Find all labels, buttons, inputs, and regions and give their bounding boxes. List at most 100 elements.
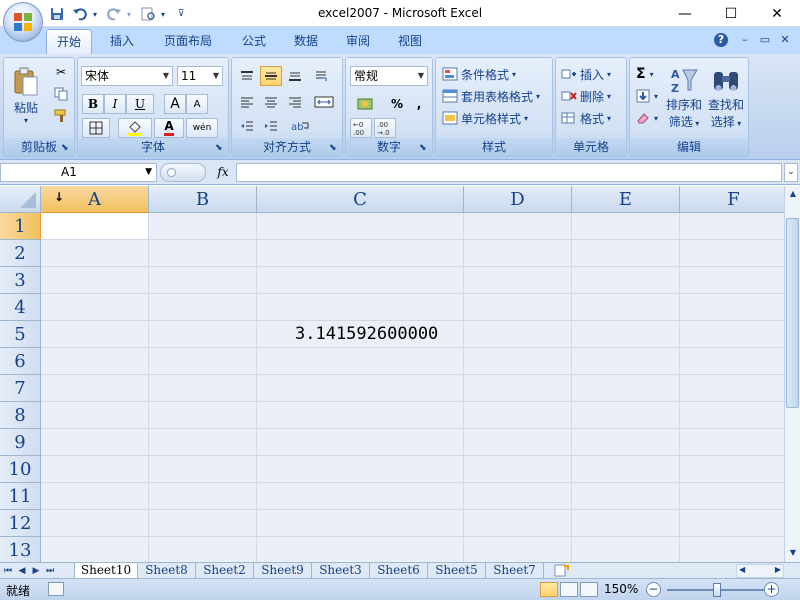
row-header-10[interactable]: 10: [0, 456, 41, 483]
maximize-button[interactable]: ☐: [708, 0, 754, 27]
row-header-9[interactable]: 9: [0, 429, 41, 456]
merge-center-icon[interactable]: [310, 92, 338, 112]
cell-area[interactable]: 3.141592600000: [41, 213, 784, 562]
prev-sheet-icon[interactable]: ◀: [16, 564, 28, 578]
zoom-out-button[interactable]: −: [646, 582, 661, 597]
align-middle-icon[interactable]: [260, 66, 282, 86]
column-header-e[interactable]: E: [572, 186, 680, 213]
number-launcher-icon[interactable]: ⬊: [419, 143, 429, 153]
format-cells-button[interactable]: 格式 ▾: [561, 108, 611, 128]
sheet-tab-sheet9[interactable]: Sheet9: [254, 563, 312, 579]
comma-button[interactable]: ,: [408, 94, 430, 114]
italic-button[interactable]: I: [104, 94, 126, 114]
grow-font-button[interactable]: A: [164, 94, 186, 114]
sheet-tab-sheet7[interactable]: Sheet7: [486, 563, 544, 579]
clear-button[interactable]: ▾: [636, 108, 658, 128]
column-header-f[interactable]: F: [680, 186, 784, 213]
align-left-icon[interactable]: [236, 92, 258, 112]
insert-function-button[interactable]: fx: [212, 163, 234, 182]
column-header-b[interactable]: B: [149, 186, 257, 213]
page-layout-view-button[interactable]: [560, 582, 578, 597]
sheet-tab-sheet10[interactable]: Sheet10: [74, 563, 138, 579]
text-orientation-icon[interactable]: [310, 66, 332, 86]
last-sheet-icon[interactable]: ⏭: [44, 564, 56, 578]
help-icon[interactable]: ?: [714, 33, 728, 47]
chevron-down-icon[interactable]: ▼: [145, 164, 152, 181]
sort-filter-button[interactable]: A Z 排序和 筛选 ▾: [664, 62, 704, 134]
page-break-view-button[interactable]: [580, 582, 598, 597]
zoom-in-button[interactable]: +: [764, 582, 779, 597]
row-header-4[interactable]: 4: [0, 294, 41, 321]
column-header-d[interactable]: D: [464, 186, 572, 213]
autosum-button[interactable]: Σ ▾: [636, 64, 654, 84]
paste-button[interactable]: 粘贴 ▾: [6, 60, 46, 132]
fill-button[interactable]: ▾: [636, 86, 658, 106]
format-painter-icon[interactable]: [50, 106, 72, 126]
next-sheet-icon[interactable]: ▶: [30, 564, 42, 578]
font-launcher-icon[interactable]: ⬊: [215, 143, 225, 153]
normal-view-button[interactable]: [540, 582, 558, 597]
sheet-tab-sheet2[interactable]: Sheet2: [196, 563, 254, 579]
clipboard-launcher-icon[interactable]: ⬊: [61, 143, 71, 153]
conditional-formatting-button[interactable]: 条件格式 ▾: [442, 64, 516, 84]
row-header-13[interactable]: 13: [0, 537, 41, 562]
tab-data[interactable]: 数据: [284, 29, 328, 54]
row-header-6[interactable]: 6: [0, 348, 41, 375]
row-header-1[interactable]: 1: [0, 213, 41, 240]
cut-icon[interactable]: ✂: [50, 62, 72, 82]
sheet-tab-sheet5[interactable]: Sheet5: [428, 563, 486, 579]
zoom-slider-thumb[interactable]: [713, 583, 721, 597]
alignment-launcher-icon[interactable]: ⬊: [329, 143, 339, 153]
font-size-combo[interactable]: 11 ▼: [177, 66, 223, 86]
row-header-2[interactable]: 2: [0, 240, 41, 267]
horizontal-scrollbar[interactable]: ◀ ▶: [736, 564, 784, 578]
formula-input[interactable]: [236, 163, 782, 182]
row-header-7[interactable]: 7: [0, 375, 41, 402]
font-name-combo[interactable]: 宋体 ▼: [81, 66, 173, 86]
percent-button[interactable]: %: [386, 94, 408, 114]
phonetic-button[interactable]: wén: [186, 118, 218, 138]
expand-formula-bar-icon[interactable]: ⌄: [784, 163, 798, 182]
currency-button[interactable]: [350, 94, 382, 114]
find-select-button[interactable]: 查找和 选择 ▾: [706, 62, 746, 134]
office-button[interactable]: [3, 2, 43, 42]
font-color-button[interactable]: A: [154, 118, 184, 138]
align-bottom-icon[interactable]: [284, 66, 306, 86]
macro-record-icon[interactable]: [48, 582, 64, 596]
decrease-decimal-button[interactable]: .00 →.0: [374, 118, 396, 138]
number-format-combo[interactable]: 常规 ▼: [350, 66, 428, 86]
scroll-left-icon[interactable]: ◀: [739, 565, 745, 574]
increase-decimal-button[interactable]: ←0.00: [350, 118, 372, 138]
select-all-button[interactable]: [0, 186, 41, 213]
format-as-table-button[interactable]: 套用表格格式 ▾: [442, 86, 540, 106]
zoom-level[interactable]: 150%: [604, 582, 638, 596]
vertical-scrollbar[interactable]: ▲ ▼: [784, 186, 800, 562]
fill-color-button[interactable]: [118, 118, 152, 138]
cell-c5[interactable]: 3.141592600000: [295, 324, 438, 344]
column-header-c[interactable]: C: [257, 186, 464, 213]
row-header-5[interactable]: 5: [0, 321, 41, 348]
scroll-up-icon[interactable]: ▲: [786, 187, 800, 201]
sheet-tab-sheet6[interactable]: Sheet6: [370, 563, 428, 579]
name-box[interactable]: A1 ▼: [0, 163, 157, 182]
shrink-font-button[interactable]: A: [186, 94, 208, 114]
tab-review[interactable]: 审阅: [336, 29, 380, 54]
copy-icon[interactable]: [50, 84, 72, 104]
wrap-text-icon[interactable]: ab: [284, 116, 316, 136]
borders-button[interactable]: [82, 118, 110, 138]
bold-button[interactable]: B: [82, 94, 104, 114]
insert-sheet-icon[interactable]: [552, 563, 570, 578]
row-header-8[interactable]: 8: [0, 402, 41, 429]
sheet-tab-sheet3[interactable]: Sheet3: [312, 563, 370, 579]
vertical-scroll-thumb[interactable]: [786, 218, 799, 408]
first-sheet-icon[interactable]: ⏮: [2, 564, 14, 578]
row-header-3[interactable]: 3: [0, 267, 41, 294]
ribbon-minimize-icon[interactable]: –: [738, 33, 752, 47]
row-header-12[interactable]: 12: [0, 510, 41, 537]
tab-view[interactable]: 视图: [388, 29, 432, 54]
ribbon-close-icon[interactable]: ✕: [778, 33, 792, 47]
tab-home[interactable]: 开始: [46, 29, 93, 54]
insert-cells-button[interactable]: 插入 ▾: [561, 64, 611, 84]
increase-indent-icon[interactable]: [260, 116, 282, 136]
delete-cells-button[interactable]: 删除 ▾: [561, 86, 611, 106]
